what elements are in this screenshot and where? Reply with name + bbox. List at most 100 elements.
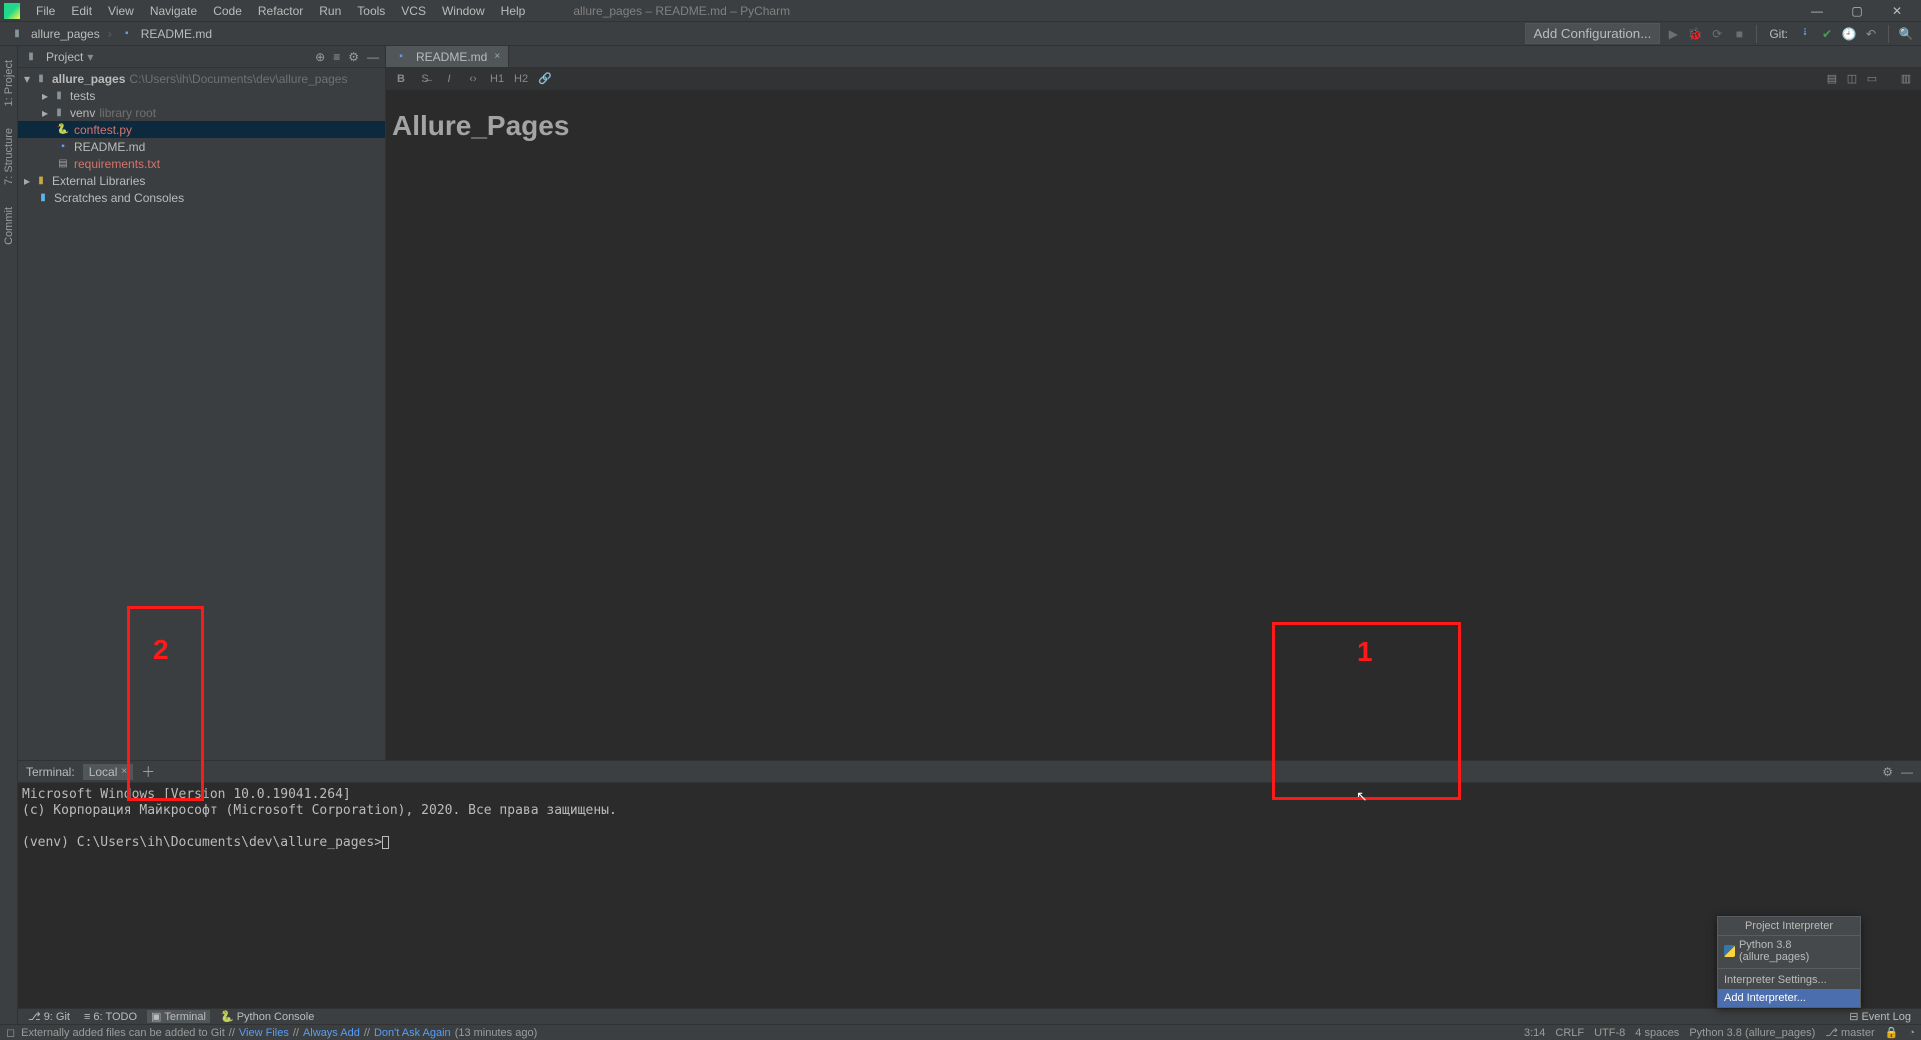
bold-icon[interactable]: B <box>394 73 408 85</box>
h2-icon[interactable]: H2 <box>514 73 528 85</box>
tree-scratches[interactable]: ▮Scratches and Consoles <box>18 189 385 206</box>
terminal-panel: Terminal: Local × ＋ ⚙ — Microsoft Window… <box>18 760 1921 1008</box>
popup-add-interpreter[interactable]: Add Interpreter... <box>1718 989 1860 1007</box>
close-tab-icon[interactable]: × <box>494 51 500 62</box>
view-rendered-icon[interactable]: ▥ <box>1899 72 1913 85</box>
menu-window[interactable]: Window <box>434 2 493 20</box>
tool-git-button[interactable]: ⎇ 9: Git <box>24 1010 74 1023</box>
git-commit-icon[interactable]: ✔ <box>1818 25 1836 43</box>
tree-requirements-file[interactable]: ▤requirements.txt <box>18 155 385 172</box>
stop-icon[interactable]: ■ <box>1730 25 1748 43</box>
breadcrumb-root[interactable]: ▮allure_pages <box>6 26 104 42</box>
popup-current-interpreter[interactable]: Python 3.8 (allure_pages) <box>1718 936 1860 966</box>
project-panel-title[interactable]: ▮Project ▾ <box>24 50 93 64</box>
status-encoding[interactable]: UTF-8 <box>1594 1027 1625 1039</box>
menu-file[interactable]: File <box>28 2 63 20</box>
breadcrumb: ▮allure_pages › ▪README.md <box>6 26 216 42</box>
terminal-label: Terminal: <box>26 765 75 779</box>
locate-icon[interactable]: ⊕ <box>315 50 325 64</box>
tree-conftest-file[interactable]: 🐍conftest.py <box>18 121 385 138</box>
menu-help[interactable]: Help <box>493 2 534 20</box>
hide-panel-icon[interactable]: — <box>367 50 379 64</box>
view-split-icon[interactable]: ◫ <box>1845 72 1859 85</box>
interpreter-popup: Project Interpreter Python 3.8 (allure_p… <box>1717 916 1861 1008</box>
code-icon[interactable]: ‹› <box>466 73 480 85</box>
run-icon[interactable]: ▶ <box>1664 25 1682 43</box>
status-link-always-add[interactable]: Always Add <box>303 1027 360 1039</box>
tool-python-console-button[interactable]: 🐍 Python Console <box>216 1010 318 1023</box>
git-history-icon[interactable]: 🕘 <box>1840 25 1858 43</box>
window-maximize-button[interactable]: ▢ <box>1837 0 1877 22</box>
status-message: Externally added files can be added to G… <box>21 1027 225 1039</box>
status-branch[interactable]: ⎇ master <box>1825 1026 1874 1039</box>
python-icon <box>1724 945 1735 957</box>
menu-run[interactable]: Run <box>311 2 349 20</box>
search-everywhere-icon[interactable]: 🔍 <box>1897 25 1915 43</box>
tool-terminal-button[interactable]: ▣ Terminal <box>147 1010 210 1023</box>
status-cursor-pos[interactable]: 3:14 <box>1524 1027 1545 1039</box>
statusbar-left-icon[interactable]: ◻ <box>6 1026 15 1039</box>
tree-venv-folder[interactable]: ▸▮venv library root <box>18 104 385 121</box>
terminal-settings-icon[interactable]: ⚙ <box>1882 765 1893 779</box>
app-icon <box>4 3 20 19</box>
close-terminal-tab-icon[interactable]: × <box>121 766 127 777</box>
breadcrumb-file[interactable]: ▪README.md <box>116 26 216 42</box>
left-gutter: 1: Project 7: Structure Commit <box>0 46 18 1040</box>
tool-project-button[interactable]: 1: Project <box>3 56 15 110</box>
tool-event-log-button[interactable]: ⊟ Event Log <box>1845 1010 1915 1023</box>
italic-icon[interactable]: I <box>442 73 456 85</box>
git-rollback-icon[interactable]: ↶ <box>1862 25 1880 43</box>
run-coverage-icon[interactable]: ⟳ <box>1708 25 1726 43</box>
add-configuration-button[interactable]: Add Configuration... <box>1525 23 1661 44</box>
popup-title: Project Interpreter <box>1718 917 1860 936</box>
menubar: File Edit View Navigate Code Refactor Ru… <box>0 0 1921 22</box>
git-label: Git: <box>1769 27 1788 41</box>
menu-code[interactable]: Code <box>205 2 250 20</box>
debug-icon[interactable]: 🐞 <box>1686 25 1704 43</box>
markdown-toolbar: B S̶ I ‹› H1 H2 🔗 ▤ ◫ ▭ ▥ <box>386 68 1921 90</box>
link-icon[interactable]: 🔗 <box>538 72 552 85</box>
menu-view[interactable]: View <box>100 2 142 20</box>
menu-navigate[interactable]: Navigate <box>142 2 205 20</box>
navbar: ▮allure_pages › ▪README.md Add Configura… <box>0 22 1921 46</box>
status-lock-icon[interactable]: 🔒 <box>1885 1026 1899 1039</box>
tree-readme-file[interactable]: ▪README.md <box>18 138 385 155</box>
h1-icon[interactable]: H1 <box>490 73 504 85</box>
markdown-heading: Allure_Pages <box>392 110 1915 142</box>
editor-tabs: ▪README.md× <box>386 46 1921 68</box>
bottom-toolbar: ⎇ 9: Git ≡ 6: TODO ▣ Terminal 🐍 Python C… <box>18 1008 1921 1024</box>
view-editor-icon[interactable]: ▤ <box>1825 72 1839 85</box>
tree-external-libs[interactable]: ▸▮External Libraries <box>18 172 385 189</box>
terminal-body[interactable]: Microsoft Windows [Version 10.0.19041.26… <box>18 783 1921 1008</box>
window-close-button[interactable]: ✕ <box>1877 0 1917 22</box>
view-preview-icon[interactable]: ▭ <box>1865 72 1879 85</box>
strikethrough-icon[interactable]: S̶ <box>418 73 432 85</box>
window-title: allure_pages – README.md – PyCharm <box>573 4 790 18</box>
tool-todo-button[interactable]: ≡ 6: TODO <box>80 1011 141 1023</box>
menu-tools[interactable]: Tools <box>349 2 393 20</box>
tree-root[interactable]: ▾▮ allure_pages C:\Users\ih\Documents\de… <box>18 70 385 87</box>
status-link-view-files[interactable]: View Files <box>239 1027 289 1039</box>
new-terminal-button[interactable]: ＋ <box>141 762 155 782</box>
status-line-ending[interactable]: CRLF <box>1555 1027 1584 1039</box>
status-daemon-icon[interactable]: ◔ <box>1908 1027 1915 1039</box>
status-link-dont-ask[interactable]: Don't Ask Again <box>374 1027 451 1039</box>
expand-all-icon[interactable]: ≡ <box>333 50 340 64</box>
menu-edit[interactable]: Edit <box>63 2 100 20</box>
menu-refactor[interactable]: Refactor <box>250 2 311 20</box>
status-indent[interactable]: 4 spaces <box>1635 1027 1679 1039</box>
git-pull-icon[interactable]: ⭭ <box>1796 25 1814 43</box>
editor-tab-readme[interactable]: ▪README.md× <box>386 46 509 67</box>
tool-commit-button[interactable]: Commit <box>3 203 15 249</box>
tree-tests-folder[interactable]: ▸▮tests <box>18 87 385 104</box>
window-minimize-button[interactable]: — <box>1797 0 1837 22</box>
settings-icon[interactable]: ⚙ <box>348 50 359 64</box>
menu-vcs[interactable]: VCS <box>393 2 434 20</box>
status-interpreter[interactable]: Python 3.8 (allure_pages) <box>1689 1027 1815 1039</box>
tool-structure-button[interactable]: 7: Structure <box>3 124 15 189</box>
terminal-hide-icon[interactable]: — <box>1901 765 1913 779</box>
popup-interpreter-settings[interactable]: Interpreter Settings... <box>1718 971 1860 989</box>
status-time-ago: (13 minutes ago) <box>455 1027 538 1039</box>
breadcrumb-separator-icon: › <box>108 27 112 41</box>
terminal-tab-local[interactable]: Local × <box>83 764 134 780</box>
